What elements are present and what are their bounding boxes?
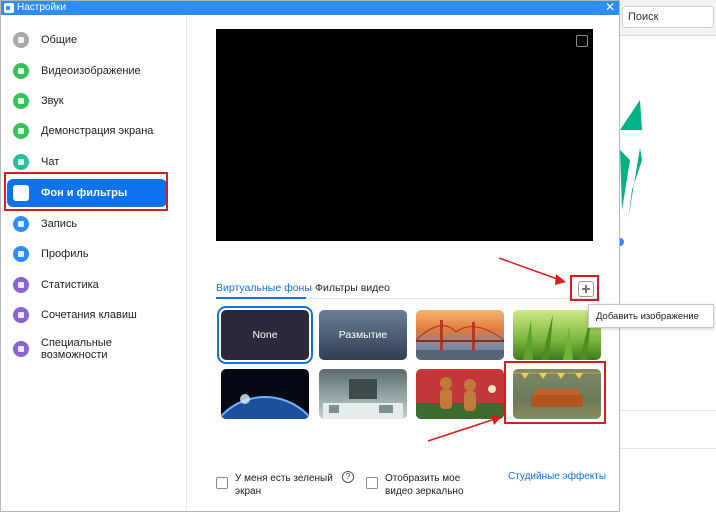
help-icon[interactable]: ? [342, 471, 354, 483]
sidebar-item-label: Специальные возможности [41, 337, 112, 361]
headphones-icon [13, 93, 29, 109]
office-image [323, 379, 403, 419]
gingerbread-image [416, 377, 504, 419]
sidebar-item-share-screen[interactable]: Демонстрация экрана [7, 117, 167, 145]
background-app-toolbar: Поиск [620, 0, 716, 36]
gear-icon [13, 32, 29, 48]
sidebar-item-profile[interactable]: Профиль [7, 240, 167, 268]
sidebar-item-statistics[interactable]: Статистика [7, 271, 167, 299]
background-gingerbread-men[interactable] [416, 369, 504, 419]
record-icon [13, 216, 29, 232]
sidebar-item-label: Статистика [41, 279, 99, 291]
mirror-video-checkbox[interactable] [366, 477, 378, 489]
sidebar-item-label: Видеоизображение [41, 65, 141, 77]
sidebar-item-chat[interactable]: Чат [7, 148, 167, 176]
sidebar-item-label: Звук [41, 95, 64, 107]
settings-window: Настройки ✕ Общие Видеоизображение Звук Дем… [0, 0, 620, 512]
rotate-camera-icon[interactable] [576, 35, 588, 47]
background-divider [620, 448, 716, 449]
tab-video-filters[interactable]: Фильтры видео [315, 282, 390, 294]
sidebar-item-accessibility[interactable]: Специальные возможности [7, 333, 167, 365]
background-none-label: None [252, 329, 278, 341]
background-sofa-room[interactable] [513, 369, 601, 419]
keyboard-icon [13, 307, 29, 323]
video-preview [216, 29, 593, 241]
statistics-icon [13, 277, 29, 293]
sidebar-item-label: Сочетания клавиш [41, 309, 137, 321]
sidebar-item-background[interactable]: Фон и фильтры [7, 179, 167, 207]
share-screen-icon [13, 123, 29, 139]
background-office-room[interactable] [319, 369, 407, 419]
screen: Поиск Настройки ✕ Общие Видеоизображение З… [0, 0, 716, 512]
earth-image [221, 394, 309, 419]
background-search-field[interactable]: Поиск [622, 6, 714, 28]
settings-sidebar: Общие Видеоизображение Звук Демонстрация эк… [1, 15, 187, 511]
mirror-video-label: Отобразить мое видео зеркально [385, 473, 464, 497]
sidebar-item-label: Фон и фильтры [41, 187, 128, 199]
background-blur-label: Размытие [338, 329, 388, 341]
background-blur[interactable]: Размытие [319, 310, 407, 360]
sidebar-item-label: Запись [41, 218, 78, 230]
bridge-image [416, 320, 504, 360]
window-title: Настройки [17, 2, 67, 13]
background-app-window: Поиск [620, 0, 716, 512]
sidebar-item-keyboard[interactable]: Сочетания клавиш [7, 301, 167, 329]
sidebar-item-headphones[interactable]: Звук [7, 87, 167, 115]
background-golden-gate-bridge[interactable] [416, 310, 504, 360]
background-earth-from-space[interactable] [221, 369, 309, 419]
studio-effects-link[interactable]: Студийные эффекты [508, 471, 606, 482]
sidebar-item-label: Профиль [41, 248, 89, 260]
profile-icon [13, 246, 29, 262]
zoom-app-icon [4, 3, 14, 13]
tab-virtual-backgrounds[interactable]: Виртуальные фоны [216, 282, 312, 294]
background-decoration [620, 100, 642, 246]
background-none[interactable]: None [217, 306, 313, 364]
sofa-image [513, 372, 601, 407]
sidebar-item-record[interactable]: Запись [7, 210, 167, 238]
title-bar: Настройки ✕ [1, 0, 619, 15]
green-screen-label: У меня есть зеленый экран [235, 473, 333, 497]
sidebar-item-label: Чат [41, 156, 60, 168]
sidebar-item-gear[interactable]: Общие [7, 26, 167, 54]
background-icon [13, 185, 29, 201]
close-window-button[interactable]: ✕ [605, 0, 615, 14]
add-image-tooltip: Добавить изображение [588, 304, 714, 328]
video-icon [13, 63, 29, 79]
accessibility-icon [13, 341, 29, 357]
active-tab-indicator [216, 297, 306, 299]
sidebar-item-video[interactable]: Видеоизображение [7, 57, 167, 85]
background-divider [620, 410, 716, 411]
green-screen-checkbox[interactable] [216, 477, 228, 489]
sidebar-item-label: Демонстрация экрана [41, 125, 154, 137]
add-image-button[interactable] [578, 281, 594, 297]
chat-icon [13, 154, 29, 170]
sidebar-item-label: Общие [41, 34, 78, 46]
